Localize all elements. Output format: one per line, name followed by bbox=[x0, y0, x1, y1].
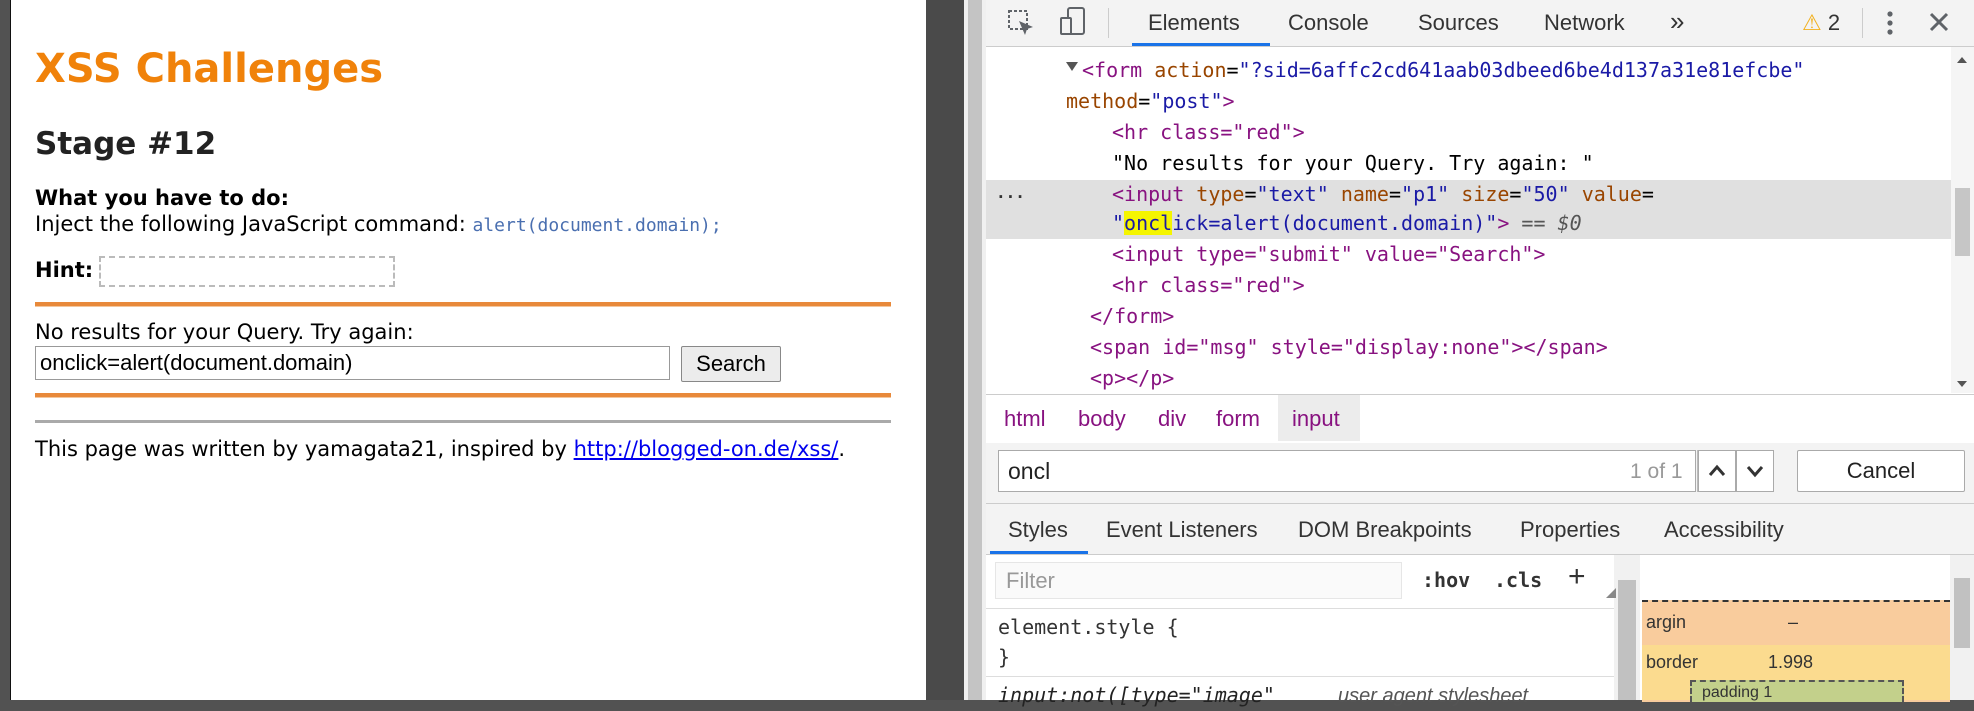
hov-toggle[interactable]: :hov bbox=[1422, 568, 1470, 592]
search-match-highlight: oncl bbox=[1124, 211, 1173, 235]
dom-line-form-method[interactable]: method="post"> bbox=[1066, 86, 1235, 117]
next-rule-source: user agent stylesheet bbox=[1338, 685, 1529, 707]
tab-sources[interactable]: Sources bbox=[1418, 10, 1499, 36]
inject-text: Inject the following JavaScript command: bbox=[35, 212, 466, 236]
warnings-count: 2 bbox=[1827, 10, 1841, 35]
next-rule-selector[interactable]: input:not([type="image" bbox=[998, 680, 1275, 711]
warnings-indicator[interactable]: ⚠ 2 bbox=[1802, 10, 1840, 36]
breadcrumb bbox=[986, 394, 1974, 444]
dom-line-input-value[interactable]: "onclick=alert(document.domain)"> == $0 bbox=[1112, 208, 1582, 239]
chevron-down-icon bbox=[1746, 466, 1764, 478]
footer-link[interactable]: http://blogged-on.de/xss/ bbox=[574, 437, 839, 461]
element-style-close: } bbox=[998, 645, 1011, 669]
styles-divider-2 bbox=[986, 676, 1614, 677]
customize-menu-icon[interactable] bbox=[1880, 6, 1900, 40]
padding-label: padding 1 bbox=[1702, 684, 1773, 701]
border-label: border bbox=[1646, 652, 1699, 672]
dom-line-input-text[interactable]: <input type="text" name="p1" size="50" v… bbox=[1112, 179, 1654, 210]
footer-text: This page was written by yamagata21, ins… bbox=[35, 437, 567, 461]
border-value: 1.998 bbox=[1768, 652, 1814, 672]
box-model-scrollbar-thumb[interactable] bbox=[1954, 578, 1970, 648]
dom-line-input-submit[interactable]: <input type="submit" value="Search"> bbox=[1112, 239, 1545, 270]
dom-line-hr[interactable]: <hr class="red"> bbox=[1112, 117, 1305, 148]
dom-line-form-open[interactable]: <form action="?sid=6affc2cd641aab03dbeed… bbox=[1082, 55, 1804, 86]
inject-code: alert(document.domain); bbox=[472, 215, 722, 236]
hint-label: Hint: bbox=[35, 258, 94, 282]
no-results-text: No results for your Query. Try again: bbox=[35, 320, 414, 344]
breadcrumb-input[interactable]: input bbox=[1292, 406, 1340, 432]
styles-filter-input[interactable] bbox=[995, 562, 1402, 599]
breadcrumb-html[interactable]: html bbox=[1004, 406, 1046, 432]
query-input[interactable]: onclick=alert(document.domain) bbox=[35, 346, 670, 380]
hint-box[interactable] bbox=[99, 256, 395, 287]
device-toolbar-icon[interactable] bbox=[1058, 6, 1088, 38]
active-subtab-indicator bbox=[990, 551, 1088, 554]
cls-toggle[interactable]: .cls bbox=[1494, 568, 1542, 592]
scroll-up-arrow-icon[interactable] bbox=[1956, 52, 1968, 63]
chevron-up-icon bbox=[1708, 464, 1726, 476]
dom-line-hr-2[interactable]: <hr class="red"> bbox=[1112, 270, 1305, 301]
tab-network[interactable]: Network bbox=[1544, 10, 1625, 36]
warning-icon: ⚠ bbox=[1802, 10, 1822, 35]
styles-scrollbar-thumb[interactable] bbox=[1618, 580, 1636, 700]
task-heading: What you have to do: bbox=[35, 186, 290, 210]
subtab-properties[interactable]: Properties bbox=[1520, 517, 1620, 543]
subtab-dom-breakpoints[interactable]: DOM Breakpoints bbox=[1298, 517, 1472, 543]
divider-orange bbox=[35, 302, 891, 307]
more-tabs-button[interactable]: » bbox=[1670, 6, 1684, 37]
dom-line-span[interactable]: <span id="msg" style="display:none"></sp… bbox=[1090, 332, 1608, 363]
new-rule-button[interactable]: + bbox=[1568, 560, 1586, 594]
page-footer: This page was written by yamagata21, ins… bbox=[35, 437, 845, 461]
filter-placeholder: Filter bbox=[1006, 568, 1055, 593]
active-tab-indicator bbox=[1132, 43, 1270, 46]
node-actions-ellipsis[interactable]: ... bbox=[996, 183, 1025, 202]
subtab-styles[interactable]: Styles bbox=[1008, 517, 1068, 543]
form-expand-arrow-icon[interactable] bbox=[1066, 59, 1078, 71]
footer-end: . bbox=[838, 437, 846, 461]
divider-orange-2 bbox=[35, 393, 891, 398]
dom-line-p[interactable]: <p></p> bbox=[1090, 363, 1174, 394]
subtab-event-listeners[interactable]: Event Listeners bbox=[1106, 517, 1258, 543]
task-description: Inject the following JavaScript command:… bbox=[35, 212, 722, 236]
resize-corner-icon bbox=[1606, 585, 1616, 598]
find-next-button[interactable] bbox=[1736, 450, 1774, 492]
tab-elements[interactable]: Elements bbox=[1148, 10, 1240, 36]
page-title: XSS Challenges bbox=[35, 46, 384, 92]
scroll-down-arrow-icon[interactable] bbox=[1956, 376, 1968, 387]
tab-console[interactable]: Console bbox=[1288, 10, 1369, 36]
dom-line-text-node[interactable]: "No results for your Query. Try again: " bbox=[1112, 148, 1594, 179]
dom-scrollbar-thumb[interactable] bbox=[1955, 188, 1970, 256]
subtab-accessibility[interactable]: Accessibility bbox=[1664, 517, 1784, 543]
element-style-rule[interactable]: element.style { bbox=[998, 612, 1179, 643]
window-gutter bbox=[926, 0, 964, 700]
toolbar-divider bbox=[1108, 8, 1109, 38]
margin-value: – bbox=[1788, 612, 1799, 632]
margin-label: argin bbox=[1646, 612, 1687, 632]
find-match-count: 1 of 1 bbox=[1630, 460, 1683, 483]
search-button[interactable]: Search bbox=[681, 346, 781, 382]
page-scrollbar-thumb[interactable] bbox=[968, 0, 982, 700]
stage-heading: Stage #12 bbox=[35, 126, 217, 162]
find-prev-button[interactable] bbox=[1698, 450, 1736, 492]
find-cancel-button[interactable]: Cancel bbox=[1797, 450, 1965, 492]
styles-divider bbox=[986, 608, 1614, 609]
toolbar-divider-2 bbox=[1862, 8, 1863, 38]
close-icon[interactable] bbox=[1925, 8, 1953, 36]
breadcrumb-body[interactable]: body bbox=[1078, 406, 1126, 432]
find-query[interactable]: oncl bbox=[1008, 458, 1050, 485]
find-input[interactable] bbox=[998, 450, 1696, 492]
breadcrumb-form[interactable]: form bbox=[1216, 406, 1260, 432]
inspect-element-icon[interactable] bbox=[1006, 8, 1036, 38]
divider-gray bbox=[35, 420, 891, 423]
dom-line-form-close[interactable]: </form> bbox=[1090, 301, 1174, 332]
breadcrumb-div[interactable]: div bbox=[1158, 406, 1186, 432]
